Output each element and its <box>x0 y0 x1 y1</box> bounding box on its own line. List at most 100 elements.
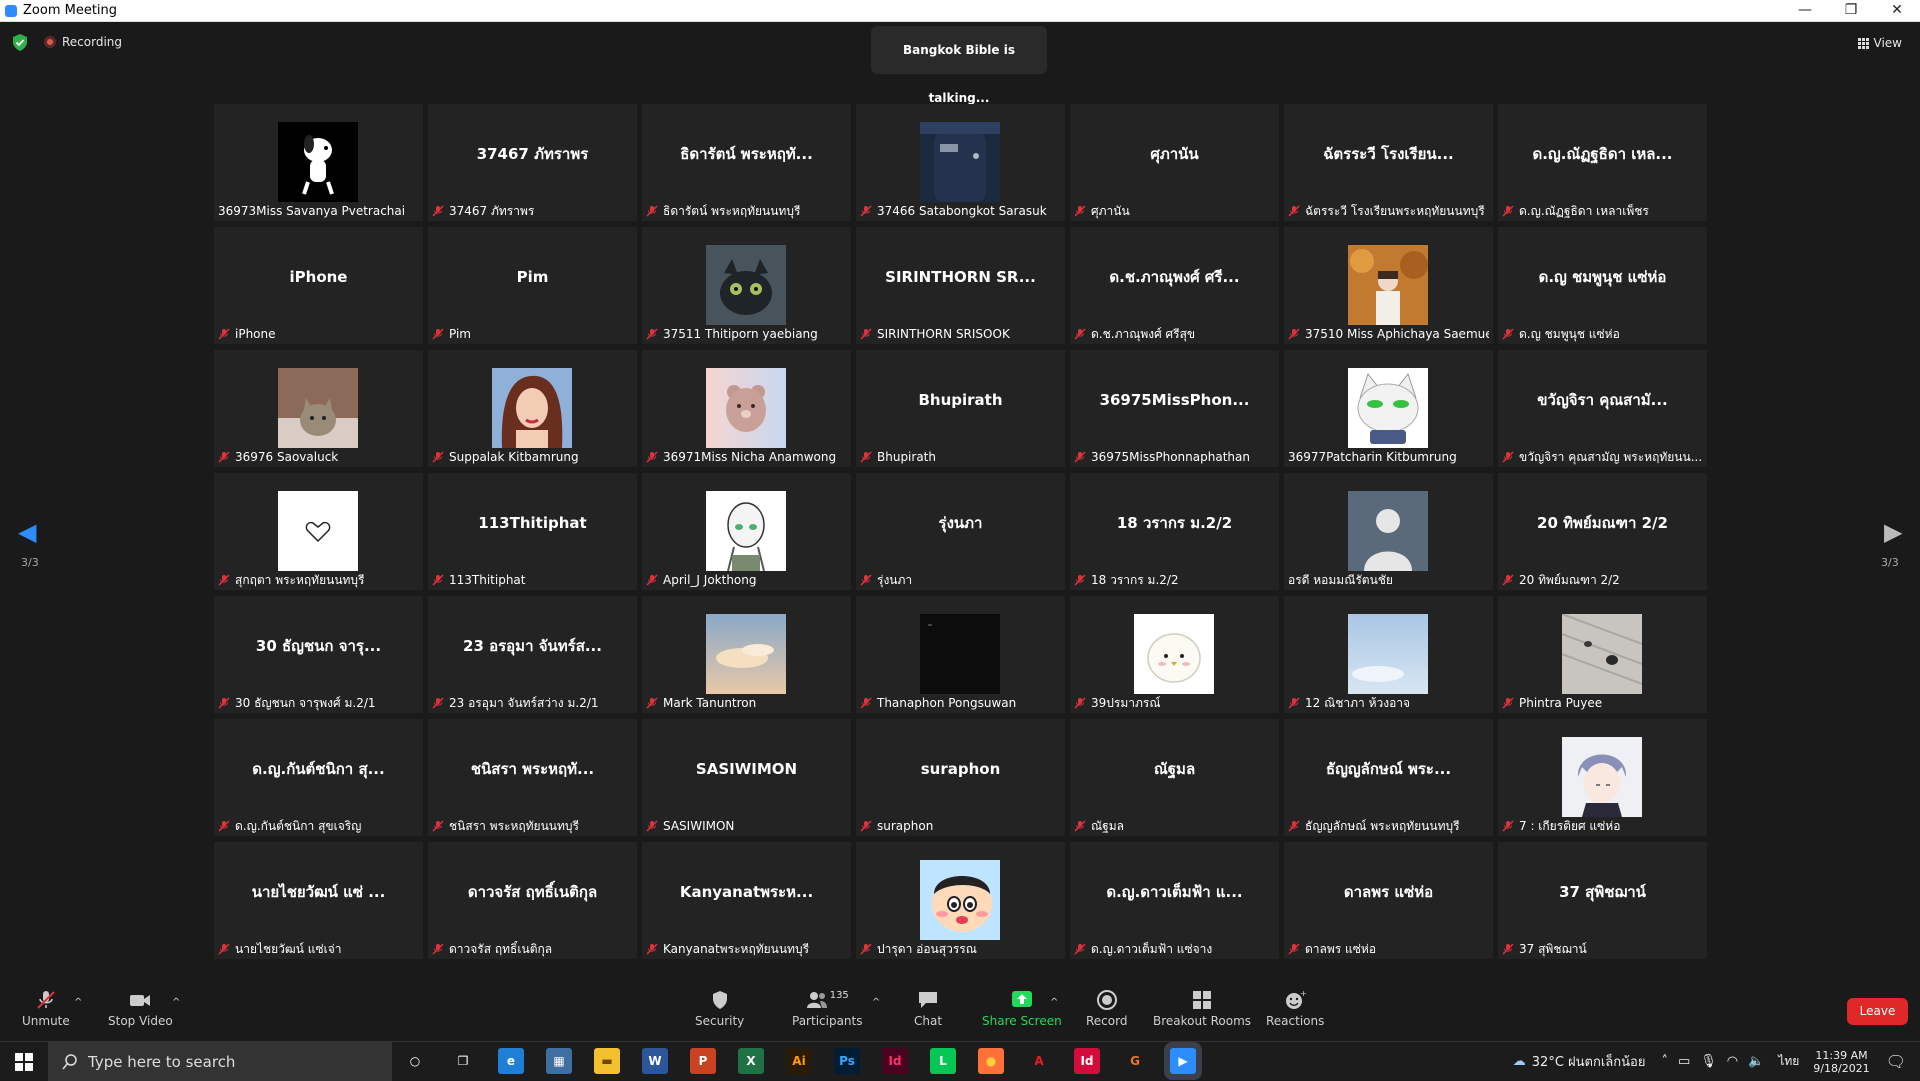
prev-page-arrow-icon[interactable]: ◀ <box>18 518 36 546</box>
participant-tile[interactable]: ศุภานัน ศุภานัน <box>1070 104 1279 221</box>
participant-tile[interactable]: 37 สุพิชฌาน์ 37 สุพิชฌาน์ <box>1498 842 1707 959</box>
participant-tile[interactable]: 37467 ภัทราพร 37467 ภัทราพร <box>428 104 637 221</box>
grammarly-app-icon[interactable]: G <box>1122 1048 1148 1074</box>
word-app-icon[interactable]: W <box>642 1048 668 1074</box>
view-button[interactable]: View <box>1857 36 1902 50</box>
share-options-caret-icon[interactable]: ^ <box>1050 997 1058 1008</box>
participant-tile[interactable]: iPhone iPhone <box>214 227 423 344</box>
participant-tile[interactable]: ดาวจรัส ฤทธิ์เนติกุล ดาวจรัส ฤทธิ์เนติกุล <box>428 842 637 959</box>
participant-tile[interactable]: 36973Miss Savanya Pvetrachai <box>214 104 423 221</box>
wifi-icon[interactable]: ◠ <box>1727 1054 1738 1069</box>
powerpoint-app-icon[interactable]: P <box>690 1048 716 1074</box>
participant-tile[interactable]: ด.ญ.กันต์ชนิกา สุ... ด.ญ.กันต์ชนิกา สุขเจ… <box>214 719 423 836</box>
participant-tile[interactable]: SASIWIMON SASIWIMON <box>642 719 851 836</box>
participant-tile[interactable]: ด.ญ.ณัฏฐธิดา เหล... ด.ญ.ณัฏฐธิดา เหลาเพ็ช… <box>1498 104 1707 221</box>
participant-tile[interactable]: 12 ณิชาภา ห้วงอาจ <box>1284 596 1493 713</box>
calculator-app-icon[interactable]: ▦ <box>546 1048 572 1074</box>
participant-tile[interactable]: สุกฤตา พระหฤทัยนนทบุรี <box>214 473 423 590</box>
illustrator-app-icon[interactable]: Ai <box>786 1048 812 1074</box>
participant-tile[interactable]: Kanyanatพระห... Kanyanatพระหฤทัยนนทบุรี <box>642 842 851 959</box>
notifications-icon[interactable]: 🗨 <box>1886 1052 1906 1071</box>
participant-tile[interactable]: Thanaphon Pongsuwan <box>856 596 1065 713</box>
participant-tile[interactable]: 20 ทิพย์มณฑา 2/2 20 ทิพย์มณฑา 2/2 <box>1498 473 1707 590</box>
participant-tile[interactable]: suraphon suraphon <box>856 719 1065 836</box>
participant-tile[interactable]: ดาลพร แซ่ห่อ ดาลพร แซ่ห่อ <box>1284 842 1493 959</box>
participant-tile[interactable]: 36977Patcharin Kitbumrung <box>1284 350 1493 467</box>
participant-tile[interactable]: 7 : เกียรติยศ แซ่ห่อ <box>1498 719 1707 836</box>
participant-tile[interactable]: อรดี หอมมณีรัตนชัย <box>1284 473 1493 590</box>
participant-tile[interactable]: ด.ช.ภาณุพงศ์ ศรี... ด.ช.ภาณุพงศ์ ศรีสุข <box>1070 227 1279 344</box>
participant-tile[interactable]: 36976 Saovaluck <box>214 350 423 467</box>
participant-tile[interactable]: SIRINTHORN SR... SIRINTHORN SRISOOK <box>856 227 1065 344</box>
firefox-app-icon[interactable]: ● <box>978 1048 1004 1074</box>
audio-options-caret-icon[interactable]: ^ <box>74 997 82 1008</box>
close-button[interactable]: ✕ <box>1874 0 1920 22</box>
zoom-app-icon[interactable]: ▶ <box>1170 1048 1196 1074</box>
unmute-button[interactable]: Unmute <box>22 990 70 1028</box>
participant-tile[interactable]: รุ่งนภา รุ่งนภา <box>856 473 1065 590</box>
participant-tile[interactable]: Phintra Puyee <box>1498 596 1707 713</box>
cortana-app-icon[interactable]: ○ <box>402 1048 428 1074</box>
participant-tile[interactable]: ด.ญ ชมพูนุช แซ่ห่อ ด.ญ ชมพูนุช แซ่ห่อ <box>1498 227 1707 344</box>
participant-tile[interactable]: ณัฐมล ณัฐมล <box>1070 719 1279 836</box>
photoshop-app-icon[interactable]: Ps <box>834 1048 860 1074</box>
line-app-icon[interactable]: L <box>930 1048 956 1074</box>
indesign-app-icon[interactable]: Id <box>882 1048 908 1074</box>
participant-tile[interactable]: 18 วรากร ม.2/2 18 วรากร ม.2/2 <box>1070 473 1279 590</box>
participant-tile[interactable]: Mark Tanuntron <box>642 596 851 713</box>
participant-tile[interactable]: 36971Miss Nicha Anamwong <box>642 350 851 467</box>
participants-button[interactable]: 135 Participants <box>792 990 863 1028</box>
participant-tile[interactable]: Pim Pim <box>428 227 637 344</box>
participants-caret-icon[interactable]: ^ <box>872 997 880 1008</box>
participant-tile[interactable]: ฉัตรระวี โรงเรียน... ฉัตรระวี โรงเรียนพระ… <box>1284 104 1493 221</box>
next-page-arrow-icon[interactable]: ▶ <box>1884 518 1902 546</box>
tray-expand-caret-icon[interactable]: ˄ <box>1661 1054 1668 1069</box>
chat-button[interactable]: Chat <box>914 990 942 1028</box>
record-button[interactable]: Record <box>1086 990 1127 1028</box>
participant-tile[interactable]: 37510 Miss Aphichaya Saemue <box>1284 227 1493 344</box>
windows-start-button[interactable] <box>0 1042 48 1081</box>
participant-tile[interactable]: ธัญญลักษณ์ พระ... ธัญญลักษณ์ พระหฤทัยนนทบ… <box>1284 719 1493 836</box>
weather-text[interactable]: 32°C ฝนตกเล็กน้อย <box>1532 1051 1646 1072</box>
maximize-button[interactable]: ❐ <box>1828 0 1874 22</box>
participant-tile[interactable]: 36975MissPhon... 36975MissPhonnaphathan <box>1070 350 1279 467</box>
participant-tile[interactable]: 113Thitiphat 113Thitiphat <box>428 473 637 590</box>
participant-tile[interactable]: 23 อรอุมา จันทร์ส... 23 อรอุมา จันทร์สว่า… <box>428 596 637 713</box>
participant-tile[interactable]: ชนิสรา พระหฤทั... ชนิสรา พระหฤทัยนนทบุรี <box>428 719 637 836</box>
breakout-rooms-button[interactable]: Breakout Rooms <box>1153 990 1251 1028</box>
task-view-app-icon[interactable]: ❐ <box>450 1048 476 1074</box>
excel-app-icon[interactable]: X <box>738 1048 764 1074</box>
video-options-caret-icon[interactable]: ^ <box>172 997 180 1008</box>
participant-tile[interactable]: ด.ญ.ดาวเต็มฟ้า แ... ด.ญ.ดาวเต็มฟ้า แซ่จาง <box>1070 842 1279 959</box>
file-explorer-app-icon[interactable]: ▬ <box>594 1048 620 1074</box>
participant-tile[interactable]: ปารุดา อ่อนสุวรรณ <box>856 842 1065 959</box>
clock[interactable]: 11:39 AM 9/18/2021 <box>1813 1049 1869 1075</box>
minimize-button[interactable]: — <box>1782 0 1828 22</box>
microphone-icon[interactable]: 🎙 <box>1700 1054 1717 1069</box>
taskbar-search-box[interactable]: Type here to search <box>48 1042 392 1081</box>
participant-tile[interactable]: ขวัญจิรา คุณสามั... ขวัญจิรา คุณสามัญ พระ… <box>1498 350 1707 467</box>
reactions-button[interactable]: + Reactions <box>1266 990 1324 1028</box>
participant-tile[interactable]: April_J Jokthong <box>642 473 851 590</box>
leave-meeting-button[interactable]: Leave <box>1847 998 1908 1025</box>
share-screen-button[interactable]: Share Screen <box>982 990 1062 1028</box>
network-icon[interactable]: ▭ <box>1678 1054 1690 1069</box>
participant-tile[interactable]: 37466 Satabongkot Sarasuk <box>856 104 1065 221</box>
acrobat-app-icon[interactable]: A <box>1026 1048 1052 1074</box>
volume-icon[interactable]: 🔈 <box>1748 1054 1764 1069</box>
recording-indicator[interactable]: Recording <box>44 35 122 49</box>
participant-name-text: ณัฐมล <box>1091 818 1125 833</box>
participant-tile[interactable]: Suppalak Kitbamrung <box>428 350 637 467</box>
participant-tile[interactable]: Bhupirath Bhupirath <box>856 350 1065 467</box>
input-language[interactable]: ไทย <box>1778 1052 1799 1071</box>
encryption-shield-icon[interactable] <box>12 34 28 51</box>
participant-tile[interactable]: นายไชยวัฒน์ แซ่ ... นายไชยวัฒน์ แซ่เจ่า <box>214 842 423 959</box>
participant-tile[interactable]: 37511 Thitiporn yaebiang <box>642 227 851 344</box>
security-button[interactable]: Security <box>695 990 744 1028</box>
participant-tile[interactable]: 30 ธัญชนก จารุ... 30 ธัญชนก จารุพงศ์ ม.2/… <box>214 596 423 713</box>
edge-app-icon[interactable]: e <box>498 1048 524 1074</box>
stop-video-button[interactable]: Stop Video <box>108 990 173 1028</box>
participant-tile[interactable]: 39ปรมาภรณ์ <box>1070 596 1279 713</box>
participant-tile[interactable]: ธิดารัตน์ พระหฤทั... ธิดารัตน์ พระหฤทัยนน… <box>642 104 851 221</box>
indesign-2-app-icon[interactable]: Id <box>1074 1048 1100 1074</box>
